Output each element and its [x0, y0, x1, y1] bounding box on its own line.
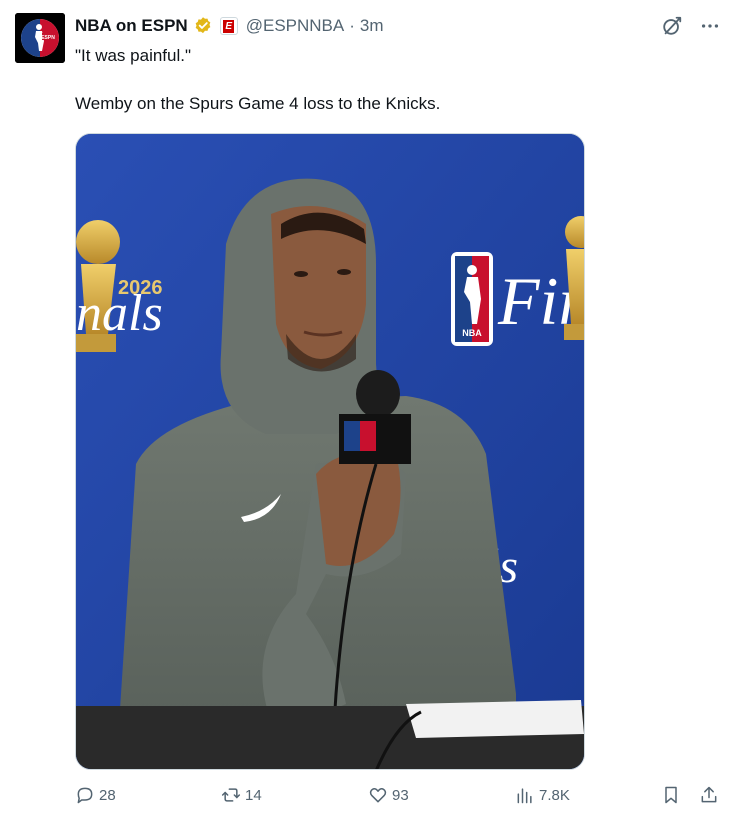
- nba-logo-right: NBA: [451, 252, 493, 346]
- tweet: ESPN NBA on ESPN E @ESPNNBA · 3m "It was…: [0, 0, 737, 826]
- backdrop-text-left: nals: [76, 285, 163, 342]
- bookmark-button[interactable]: [661, 785, 681, 805]
- action-bar: 28 14 93 7.8K: [75, 785, 725, 811]
- handle[interactable]: @ESPNNBA: [246, 16, 345, 36]
- papers: [406, 700, 584, 738]
- avatar-text: ESPN: [41, 35, 55, 41]
- tweet-media-image[interactable]: 2026 nals NBA Fir ls: [75, 133, 585, 770]
- share-icon: [701, 786, 717, 803]
- tweet-header: NBA on ESPN E @ESPNNBA · 3m: [75, 14, 384, 38]
- espn-e-icon: E: [223, 19, 235, 33]
- repost-button[interactable]: 14: [221, 785, 262, 805]
- reply-count: 28: [99, 786, 116, 804]
- views-icon: [517, 788, 532, 804]
- top-actions: [660, 14, 722, 38]
- display-name[interactable]: NBA on ESPN: [75, 16, 188, 36]
- repost-icon: [221, 788, 241, 802]
- share-button[interactable]: [699, 785, 719, 805]
- nba-espn-logo: ESPN: [15, 13, 65, 63]
- affiliate-badge[interactable]: E: [219, 17, 238, 35]
- timestamp[interactable]: 3m: [360, 16, 384, 36]
- like-button[interactable]: 93: [368, 785, 409, 805]
- avatar[interactable]: ESPN: [15, 13, 65, 63]
- reply-icon: [77, 787, 93, 804]
- verified-icon[interactable]: [193, 16, 213, 36]
- nba-logo-text: NBA: [462, 328, 482, 338]
- press-conference-photo: 2026 nals NBA Fir ls: [76, 134, 584, 769]
- like-icon: [369, 788, 387, 803]
- tweet-text: "It was painful." Wemby on the Spurs Gam…: [75, 44, 675, 140]
- tweet-quote: "It was painful.": [75, 46, 192, 65]
- like-count: 93: [392, 786, 409, 804]
- bookmark-icon: [665, 786, 677, 804]
- repost-count: 14: [245, 786, 262, 804]
- tweet-caption: Wemby on the Spurs Game 4 loss to the Kn…: [75, 94, 441, 113]
- views-count: 7.8K: [539, 786, 570, 804]
- grok-icon[interactable]: [660, 14, 684, 38]
- reply-button[interactable]: 28: [75, 785, 116, 805]
- more-icon[interactable]: [698, 14, 722, 38]
- separator: ·: [349, 16, 355, 35]
- views-button[interactable]: 7.8K: [515, 785, 570, 805]
